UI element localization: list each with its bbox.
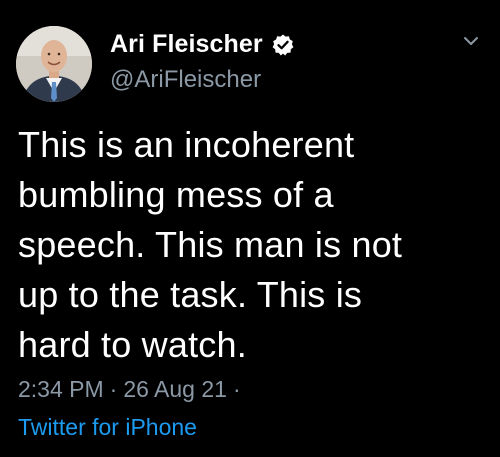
tweet-source-link[interactable]: Twitter for iPhone: [18, 414, 197, 441]
chevron-down-icon[interactable]: [462, 32, 480, 50]
profile-photo-icon: [16, 26, 92, 102]
tweet-timestamp[interactable]: 2:34 PM · 26 Aug 21 ·: [18, 376, 241, 403]
tweet-date[interactable]: 26 Aug 21: [123, 376, 227, 403]
author-name-row[interactable]: Ari Fleischer: [110, 30, 295, 59]
meta-separator-trailing: ·: [232, 376, 241, 402]
author-display-name[interactable]: Ari Fleischer: [110, 30, 263, 59]
meta-separator: ·: [109, 376, 118, 402]
tweet-text: This is an incoherent bumbling mess of a…: [18, 124, 403, 365]
tweet-card: Ari Fleischer @AriFleischer This is an i…: [0, 0, 500, 457]
verified-badge-icon: [272, 34, 294, 55]
tweet-time[interactable]: 2:34 PM: [18, 376, 104, 403]
avatar[interactable]: [16, 26, 92, 102]
author-handle[interactable]: @AriFleischer: [110, 66, 261, 94]
